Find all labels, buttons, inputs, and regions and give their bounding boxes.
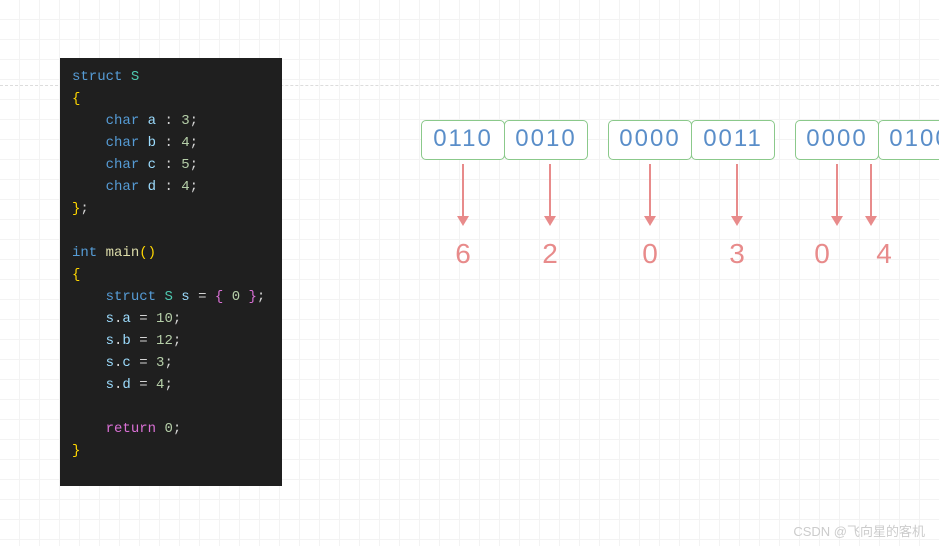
assign-a: 10 xyxy=(156,311,173,327)
kw-char: char xyxy=(106,179,140,195)
bits-d: 4 xyxy=(181,179,189,195)
field-d: d xyxy=(148,179,156,195)
field-b: b xyxy=(148,135,156,151)
hex-label-6: 4 xyxy=(876,238,892,270)
hex-label-1: 6 xyxy=(455,238,471,270)
byte-box-2: 0000 0011 xyxy=(608,120,775,160)
kw-char: char xyxy=(106,135,140,151)
kw-return: return xyxy=(106,421,156,437)
byte-box-1: 0110 0010 xyxy=(421,120,588,160)
brace-open: { xyxy=(72,267,80,283)
assign-b: 12 xyxy=(156,333,173,349)
bits-b: 4 xyxy=(181,135,189,151)
bits-a: 3 xyxy=(181,113,189,129)
bits-c: 5 xyxy=(181,157,189,173)
field-c: c xyxy=(148,157,156,173)
byte-box-3: 0000 0100 xyxy=(795,120,939,160)
fn-main: main xyxy=(106,245,140,261)
nibble-3-lo: 0100 xyxy=(878,120,939,160)
watermark-text: CSDN @飞向星的客机 xyxy=(793,521,925,540)
arrow-icon xyxy=(549,164,551,224)
kw-int: int xyxy=(72,245,97,261)
hex-label-3: 0 xyxy=(642,238,658,270)
field-a: a xyxy=(148,113,156,129)
arrow-icon xyxy=(649,164,651,224)
kw-struct: struct xyxy=(72,69,122,85)
brace-open: { xyxy=(72,91,80,107)
nibble-3-hi: 0000 xyxy=(795,120,879,160)
nibble-1-lo: 0010 xyxy=(504,120,588,160)
nibble-2-lo: 0011 xyxy=(691,120,775,160)
nibble-1-hi: 0110 xyxy=(421,120,505,160)
kw-char: char xyxy=(106,157,140,173)
kw-char: char xyxy=(106,113,140,129)
type-name: S xyxy=(131,69,139,85)
arrow-icon xyxy=(870,164,872,224)
arrow-icon xyxy=(736,164,738,224)
code-editor-panel: struct S { char a : 3; char b : 4; char … xyxy=(60,58,282,486)
hex-label-5: 0 xyxy=(814,238,830,270)
hex-label-2: 2 xyxy=(542,238,558,270)
arrow-icon xyxy=(462,164,464,224)
brace-close: } xyxy=(72,443,80,459)
arrow-icon xyxy=(836,164,838,224)
nibble-2-hi: 0000 xyxy=(608,120,692,160)
var-s: s xyxy=(181,289,189,305)
hex-label-4: 3 xyxy=(729,238,745,270)
